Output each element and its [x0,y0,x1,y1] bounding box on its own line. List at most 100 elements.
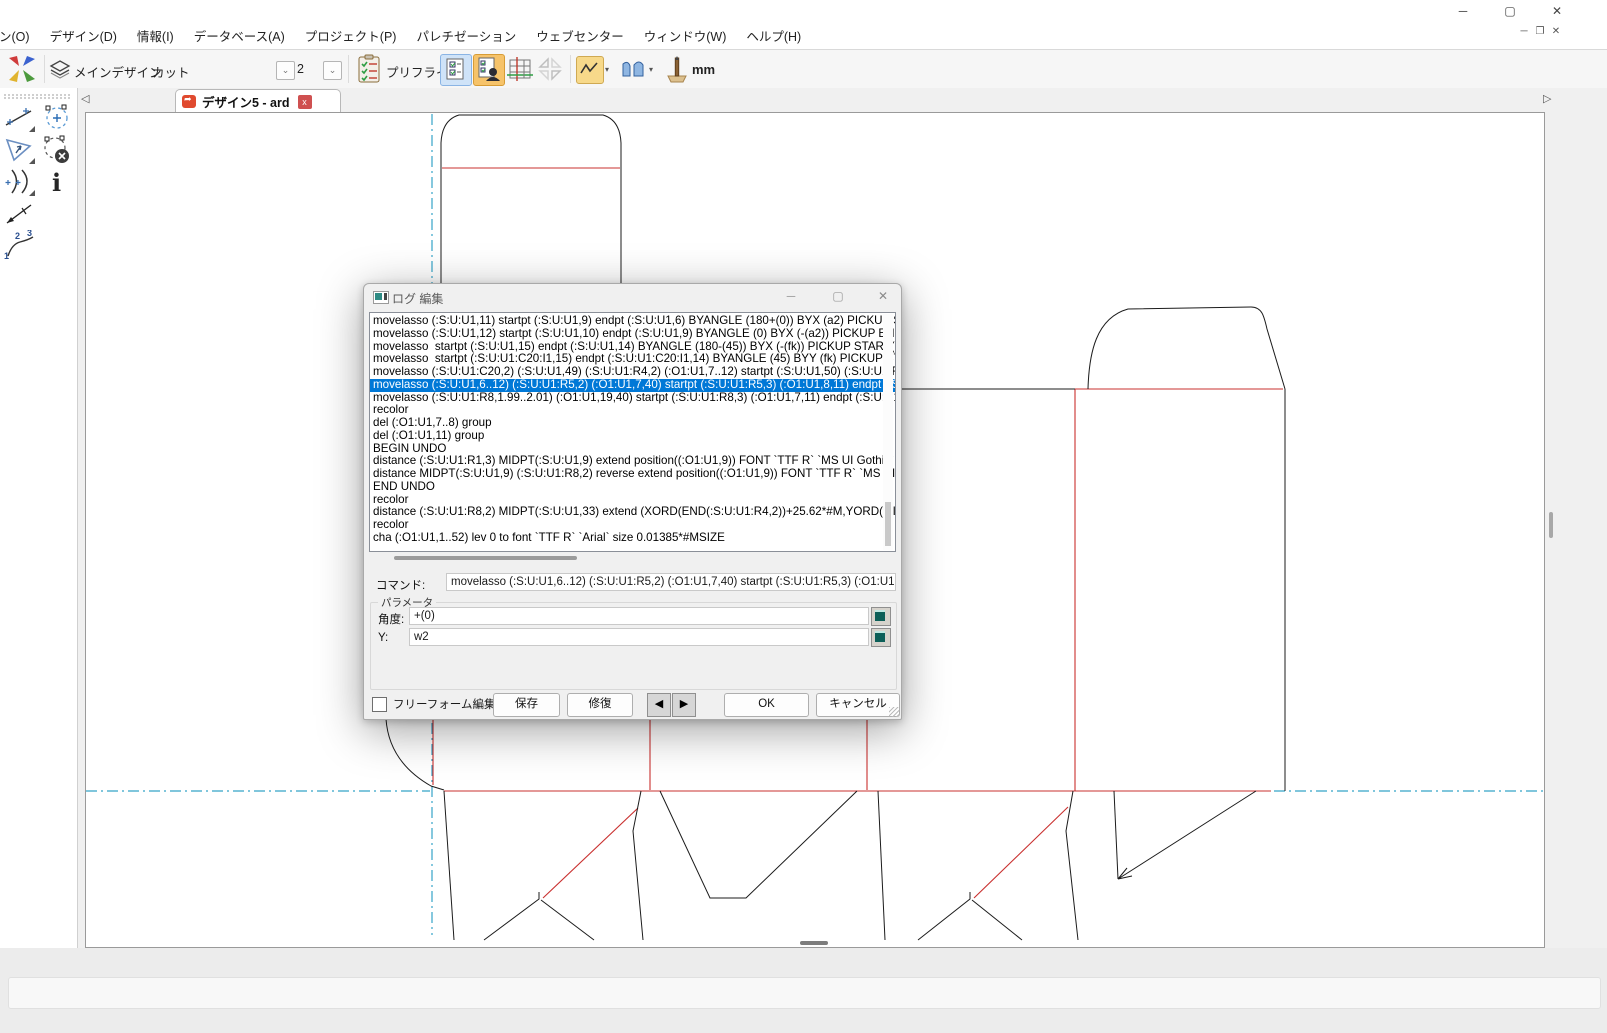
mdi-restore-button[interactable]: ❐ [1532,26,1548,37]
log-list-vertical-scrollbar-thumb[interactable] [885,502,891,546]
tab-label: デザイン5 - ard [202,92,290,111]
line-type-dropdown-arrow[interactable]: ▾ [605,65,609,74]
status-bar [0,948,1607,1033]
y-calculator-button[interactable] [871,628,891,647]
log-row-8[interactable]: del (:O1:U1,7..8) group [370,417,895,430]
four-arrows-icon [5,53,39,85]
tab-scroll-left-icon[interactable]: ◁ [81,92,89,105]
menu-item-5[interactable]: パレチゼーション [406,26,526,45]
log-row-1[interactable]: movelasso (:S:U:U1,12) startpt (:S:U:U1,… [370,328,895,341]
canvas-vertical-scrollbar-thumb[interactable] [1549,512,1553,538]
log-row-12[interactable]: distance MIDPT(:S:U:U1,9) (:S:U:U1:R8,2)… [370,468,895,481]
units-pin-icon[interactable] [664,54,690,84]
freeform-edit-row: フリーフォーム編集 [372,696,495,712]
line-type-button[interactable] [576,56,604,84]
log-row-16[interactable]: recolor [370,519,895,532]
menu-item-4[interactable]: プロジェクト(P) [295,26,407,45]
mdi-minimize-button[interactable]: ─ [1516,26,1532,37]
log-row-0[interactable]: movelasso (:S:U:U1,11) startpt (:S:U:U1,… [370,315,895,328]
grid-lines-icon[interactable] [506,55,534,83]
layers-icon[interactable] [48,58,72,80]
checklist-button[interactable] [440,54,472,86]
angle-field[interactable]: +(0) [409,607,869,625]
svg-text:2: 2 [15,231,20,241]
log-edit-dialog: ログ 編集 ─ ▢ ✕ movelasso (:S:U:U1,11) start… [363,283,902,720]
tab-scroll-right-icon[interactable]: ▷ [1543,92,1551,105]
command-field[interactable]: movelasso (:S:U:U1,6..12) (:S:U:U1:R5,2)… [446,573,896,591]
y-field[interactable]: w2 [409,628,869,646]
numbered-points-tool[interactable]: 1 2 3 [2,230,36,261]
angle-calculator-button[interactable] [871,607,891,626]
tab-close-button[interactable]: x [298,95,312,109]
freeform-edit-checkbox[interactable] [372,697,387,712]
checklist-icon [441,55,469,83]
y-label: Y: [378,632,388,644]
window-close-button[interactable]: ✕ [1534,0,1580,22]
log-row-13[interactable]: END UNDO [370,481,895,494]
ok-button[interactable]: OK [724,693,809,717]
cancel-button[interactable]: キャンセル [816,693,900,717]
dialog-minimize-button[interactable]: ─ [774,284,808,309]
bridging-dropdown-arrow[interactable]: ▾ [649,65,653,74]
log-row-5[interactable]: movelasso (:S:U:U1,6..12) (:S:U:U1:R5,2)… [370,379,895,392]
arc-direction-tool[interactable] [2,134,36,165]
angle-line-tool[interactable] [2,102,36,133]
menu-item-1[interactable]: デザイン(D) [40,26,127,45]
menu-item-0[interactable]: ン(O) [0,26,40,45]
preflight-clipboard-icon[interactable] [356,54,382,84]
log-row-17[interactable]: cha (:O1:U1,1..52) lev 0 to font `TTF R`… [370,532,895,545]
menubar: ン(O)デザイン(D)情報(I)データベース(A)プロジェクト(P)パレチゼーシ… [0,22,1607,50]
menu-item-6[interactable]: ウェブセンター [526,26,634,45]
line-arrow-tool[interactable] [2,198,36,229]
repair-button[interactable]: 修復 [567,693,633,717]
dialog-titlebar[interactable]: ログ 編集 ─ ▢ ✕ [364,284,901,309]
next-command-button[interactable]: ▶ [672,693,696,717]
svg-text:1: 1 [4,251,9,261]
log-row-4[interactable]: movelasso (:S:U:U1:C20,2) (:S:U:U1,49) (… [370,366,895,379]
menu-item-2[interactable]: 情報(I) [127,26,184,45]
bridging-button[interactable] [620,56,646,82]
double-arc-tool[interactable] [2,166,36,197]
canvas-horizontal-scrollbar-thumb[interactable] [800,941,828,945]
dialog-close-button[interactable]: ✕ [866,284,900,309]
rebuild-design-button[interactable] [5,53,39,85]
log-row-9[interactable]: del (:O1:U1,11) group [370,430,895,443]
tool-panel: 1 2 3 i [0,88,78,948]
log-row-15[interactable]: distance (:S:U:U1:R8,2) MIDPT(:S:U:U1,33… [370,506,895,519]
tab-design5[interactable]: デザイン5 - ard x [175,89,341,113]
units-label[interactable]: mm [692,62,715,77]
menu-item-7[interactable]: ウィンドウ(W) [634,26,737,45]
menu-item-3[interactable]: データベース(A) [184,26,295,45]
window-titlebar: ─ ▢ ✕ [0,0,1607,22]
window-minimize-button[interactable]: ─ [1440,0,1486,22]
command-label: コマンド: [376,577,425,593]
scale-dropdown-left[interactable]: ⌄ [276,61,295,80]
previous-command-button[interactable]: ◀ [647,693,671,717]
sublayer-name-label[interactable]: カット [152,62,190,81]
log-command-list[interactable]: movelasso (:S:U:U1,11) startpt (:S:U:U1,… [369,312,896,552]
scale-dropdown-right[interactable]: ⌄ [323,61,342,80]
flyout-arrow [29,126,35,132]
checklist-user-icon [474,55,502,83]
save-button[interactable]: 保存 [493,693,560,717]
status-strip [8,977,1601,1009]
log-row-6[interactable]: movelasso (:S:U:U1:R8,1.99..2.01) (:O1:U… [370,392,895,405]
window-maximize-button[interactable]: ▢ [1487,0,1533,22]
main-toolbar: メインデザイン カット ⌄ 2 ⌄ プリフライト [0,50,1607,89]
flyout-arrow [29,190,35,196]
checklist-user-button[interactable] [473,54,505,86]
mdi-close-button[interactable]: ✕ [1548,26,1564,37]
flyout-arrow [29,158,35,164]
toolbar-separator [44,55,45,83]
layer-name-label[interactable]: メインデザイン [74,62,162,81]
dialog-resize-grip[interactable] [889,707,899,717]
dialog-maximize-button[interactable]: ▢ [821,284,855,309]
freeform-edit-label: フリーフォーム編集 [393,696,495,712]
info-tool[interactable]: i [40,166,74,197]
lasso-add-tool[interactable] [40,102,74,133]
log-list-horizontal-scrollbar-thumb[interactable] [394,556,577,560]
lasso-remove-tool[interactable] [40,134,74,165]
toolbar-separator [570,55,571,83]
menu-item-8[interactable]: ヘルプ(H) [736,26,811,45]
svg-text:3: 3 [27,230,32,238]
